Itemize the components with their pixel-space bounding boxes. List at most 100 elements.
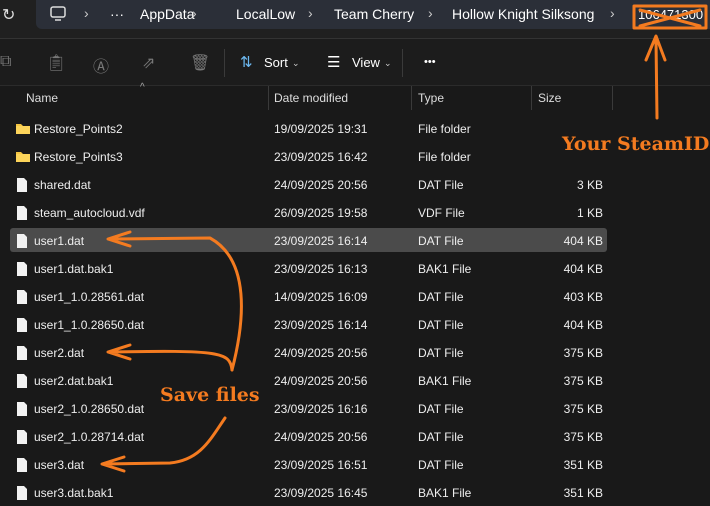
sort-icon: ⇅ xyxy=(240,54,253,71)
column-header-size[interactable]: Size xyxy=(538,91,561,105)
file-type: DAT File xyxy=(418,178,464,192)
more-options-button[interactable]: ••• xyxy=(424,56,436,68)
file-size: 404 KB xyxy=(563,262,603,276)
breadcrumb-steamid[interactable]: 106471300 xyxy=(638,7,703,22)
file-name: user3.dat xyxy=(34,458,85,472)
file-size: 375 KB xyxy=(563,402,603,416)
sort-label: Sort xyxy=(264,55,288,70)
file-size: 375 KB xyxy=(563,374,603,388)
file-name: Restore_Points2 xyxy=(34,122,123,136)
file-row[interactable]: user2_1.0.28650.dat 23/09/2025 16:16 DAT F… xyxy=(10,396,607,420)
refresh-icon[interactable]: ↻ xyxy=(2,5,15,25)
file-icon xyxy=(17,486,27,500)
file-name: user1.dat.bak1 xyxy=(34,262,114,276)
file-icon xyxy=(17,206,27,220)
chevron-down-icon: ⌄ xyxy=(292,58,300,68)
folder-icon xyxy=(16,124,30,134)
rename-icon[interactable]: Ⓐ xyxy=(93,53,109,77)
file-date: 23/09/2025 16:42 xyxy=(274,150,368,164)
address-bar[interactable]: › ··· AppData › LocalLow › Team Cherry ›… xyxy=(36,0,710,29)
file-row[interactable]: user1_1.0.28561.dat 14/09/2025 16:09 DAT F… xyxy=(10,284,607,308)
file-icon xyxy=(17,262,27,276)
breadcrumb-overflow[interactable]: ··· xyxy=(110,6,124,22)
file-date: 23/09/2025 16:45 xyxy=(274,486,368,500)
chevron-down-icon: ⌄ xyxy=(384,58,392,68)
file-size: 375 KB xyxy=(563,346,603,360)
file-date: 24/09/2025 20:56 xyxy=(274,430,368,444)
file-name: user2_1.0.28714.dat xyxy=(34,430,145,444)
column-header-date[interactable]: Date modified xyxy=(274,91,348,105)
file-date: 24/09/2025 20:56 xyxy=(274,346,368,360)
file-row[interactable]: Restore_Points2 19/09/2025 19:31 File fold… xyxy=(10,116,607,140)
file-icon xyxy=(17,234,27,248)
file-type: DAT File xyxy=(418,318,464,332)
file-name: steam_autocloud.vdf xyxy=(34,206,145,220)
file-date: 23/09/2025 16:13 xyxy=(274,262,368,276)
file-date: 23/09/2025 16:14 xyxy=(274,234,368,248)
breadcrumb-locallow[interactable]: LocalLow xyxy=(236,6,295,22)
file-type: File folder xyxy=(418,150,471,164)
file-size: 1 KB xyxy=(576,206,603,220)
file-size: 351 KB xyxy=(563,458,603,472)
breadcrumb-appdata[interactable]: AppData xyxy=(140,6,194,22)
file-type: BAK1 File xyxy=(418,374,472,388)
address-bar-area: ↻ › ··· AppData › LocalLow › Team Cherry… xyxy=(0,0,710,38)
file-name: shared.dat xyxy=(34,178,91,192)
sort-ascending-icon: ^ xyxy=(140,82,145,93)
view-icon: ☰ xyxy=(327,54,341,71)
file-type: File folder xyxy=(418,122,471,136)
file-name: Restore_Points3 xyxy=(34,150,123,164)
copy-icon[interactable]: ⧉ xyxy=(0,53,11,71)
file-row[interactable]: Restore_Points3 23/09/2025 16:42 File fold… xyxy=(10,144,607,168)
file-icon xyxy=(17,430,27,444)
file-type: DAT File xyxy=(418,458,464,472)
view-label: View xyxy=(352,55,380,70)
file-row[interactable]: user2.dat.bak1 24/09/2025 20:56 BAK1 File 3… xyxy=(10,368,607,392)
file-type: DAT File xyxy=(418,234,464,248)
paste-icon[interactable]: 📋︎ xyxy=(46,53,66,73)
column-headers: ^ Name Date modified Type Size xyxy=(0,82,710,110)
file-icon xyxy=(17,458,27,472)
file-size: 403 KB xyxy=(563,290,603,304)
this-pc-icon[interactable] xyxy=(50,6,66,22)
file-type: DAT File xyxy=(418,290,464,304)
file-date: 14/09/2025 16:09 xyxy=(274,290,368,304)
file-name: user1_1.0.28561.dat xyxy=(34,290,145,304)
file-name: user1_1.0.28650.dat xyxy=(34,318,145,332)
toolbar: ⧉ 📋︎ Ⓐ ⇗ 🗑︎ ⇅ Sort ⌄ ☰ View ⌄ ••• xyxy=(0,38,710,86)
folder-icon xyxy=(16,152,30,162)
file-type: DAT File xyxy=(418,346,464,360)
file-row[interactable]: shared.dat 24/09/2025 20:56 DAT File 3 KB xyxy=(10,172,607,196)
file-row[interactable]: user3.dat.bak1 23/09/2025 16:45 BAK1 File 3… xyxy=(10,480,607,504)
file-name: user1.dat xyxy=(34,234,85,248)
file-row[interactable]: user3.dat 23/09/2025 16:51 DAT File 351 KB xyxy=(10,452,607,476)
file-type: DAT File xyxy=(418,402,464,416)
file-date: 19/09/2025 19:31 xyxy=(274,122,368,136)
column-header-name[interactable]: Name xyxy=(26,91,58,105)
file-row[interactable]: user1_1.0.28650.dat 23/09/2025 16:14 DAT F… xyxy=(10,312,607,336)
file-icon xyxy=(17,402,27,416)
share-icon[interactable]: ⇗ xyxy=(142,53,155,73)
file-row[interactable]: user2.dat 24/09/2025 20:56 DAT File 375 KB xyxy=(10,340,607,364)
breadcrumb-hollow-knight-silksong[interactable]: Hollow Knight Silksong xyxy=(452,6,594,22)
file-date: 23/09/2025 16:14 xyxy=(274,318,368,332)
annotation-save-files: Save files xyxy=(160,384,260,406)
file-icon xyxy=(17,346,27,360)
file-date: 23/09/2025 16:51 xyxy=(274,458,368,472)
file-type: VDF File xyxy=(418,206,465,220)
file-row[interactable]: user1.dat.bak1 23/09/2025 16:13 BAK1 File 4… xyxy=(10,256,607,280)
column-header-type[interactable]: Type xyxy=(418,91,444,105)
file-size: 375 KB xyxy=(563,430,603,444)
file-icon xyxy=(17,318,27,332)
delete-icon[interactable]: 🗑︎ xyxy=(190,53,210,73)
file-name: user2_1.0.28650.dat xyxy=(34,402,145,416)
file-row[interactable]: user2_1.0.28714.dat 24/09/2025 20:56 DAT F… xyxy=(10,424,607,448)
file-type: BAK1 File xyxy=(418,486,472,500)
file-row[interactable]: steam_autocloud.vdf 26/09/2025 19:58 VDF F… xyxy=(10,200,607,224)
file-icon xyxy=(17,178,27,192)
file-icon xyxy=(17,290,27,304)
file-name: user2.dat xyxy=(34,346,85,360)
breadcrumb-team-cherry[interactable]: Team Cherry xyxy=(334,6,414,22)
file-row[interactable]: user1.dat 23/09/2025 16:14 DAT File 404 KB xyxy=(10,228,607,252)
file-type: DAT File xyxy=(418,430,464,444)
